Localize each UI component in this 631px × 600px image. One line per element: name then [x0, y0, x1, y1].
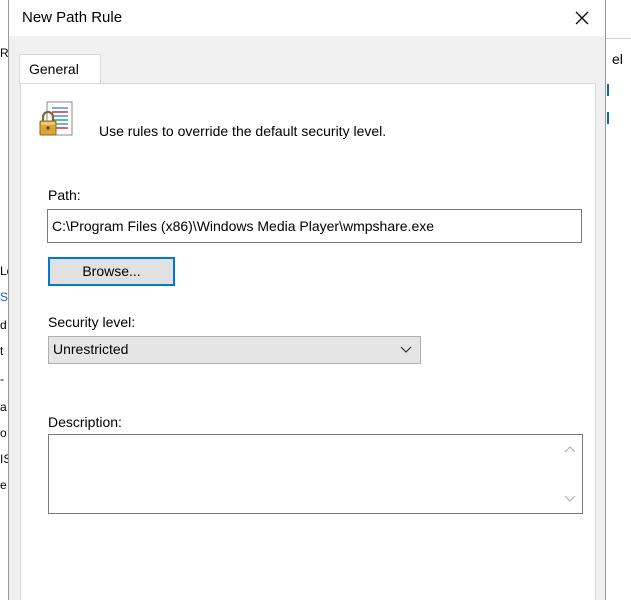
dialog-titlebar[interactable]: New Path Rule — [9, 0, 605, 36]
tab-label: General — [29, 61, 79, 77]
security-level-dropdown[interactable]: Unrestricted — [48, 336, 421, 364]
scroll-up-icon[interactable] — [564, 445, 576, 453]
description-textarea[interactable] — [48, 434, 583, 514]
background-text-fragment: o — [0, 426, 7, 440]
background-link-marker — [607, 84, 609, 96]
browse-button-label: Browse... — [82, 263, 141, 279]
dialog-title: New Path Rule — [22, 9, 123, 26]
description-label: Description: — [48, 414, 122, 430]
background-link-fragment: S — [0, 290, 9, 304]
scroll-down-icon[interactable] — [564, 495, 576, 503]
background-header-divider — [606, 38, 631, 39]
background-text-fragment: e — [0, 478, 7, 492]
background-right-pane — [606, 38, 631, 600]
path-input[interactable] — [47, 209, 582, 243]
new-path-rule-dialog: New Path Rule General Use rules to overr… — [8, 0, 606, 600]
security-level-value: Unrestricted — [53, 341, 129, 357]
rule-document-lock-icon — [39, 101, 73, 136]
path-label: Path: — [48, 187, 81, 203]
background-text-fragment: a — [0, 400, 7, 414]
close-button[interactable] — [559, 0, 605, 36]
background-link-marker — [607, 112, 609, 124]
intro-text: Use rules to override the default securi… — [99, 123, 387, 139]
background-column-header-fragment: el — [612, 51, 623, 67]
browse-button[interactable]: Browse... — [48, 257, 175, 286]
tab-strip: General — [9, 36, 605, 84]
general-tab-panel: Use rules to override the default securi… — [20, 83, 596, 600]
tab-general[interactable]: General — [19, 54, 101, 84]
background-text-fragment: - — [0, 372, 4, 386]
background-text-fragment: d — [0, 318, 7, 332]
close-icon — [575, 11, 589, 25]
chevron-down-icon — [400, 346, 412, 353]
background-text-fragment: t — [0, 344, 4, 358]
security-level-label: Security level: — [48, 314, 136, 330]
